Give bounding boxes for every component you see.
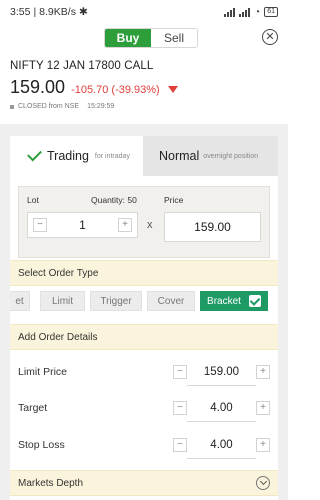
close-icon[interactable]: ✕ (262, 29, 278, 45)
limit-price-value[interactable]: 159.00 (187, 366, 256, 378)
order-details-header: Add Order Details (10, 324, 278, 350)
multiply-sign: x (147, 219, 153, 231)
tab-trading[interactable]: Trading for intraday (10, 136, 143, 176)
tab-normal-subtitle: overnight position (203, 152, 259, 160)
status-bar: 3:55 | 8.9KB/s ✱ ◔ 61 (0, 0, 288, 24)
stop-loss-stepper: − 4.00 + (173, 434, 270, 459)
selected-check-icon (248, 295, 261, 307)
instrument-info: NIFTY 12 JAN 17800 CALL 159.00 -105.70 (… (0, 52, 288, 110)
limit-price-stepper: − 159.00 + (173, 361, 270, 386)
buy-sell-toggle: Buy Sell (104, 28, 198, 48)
order-type-bracket[interactable]: Bracket (200, 291, 268, 311)
tab-trading-title: Trading (47, 149, 89, 163)
stop-loss-decrement-button[interactable]: − (173, 438, 187, 452)
price-input[interactable]: 159.00 (164, 212, 261, 242)
lot-label: Lot (27, 195, 39, 205)
instrument-symbol: NIFTY 12 JAN 17800 CALL (10, 60, 154, 72)
tab-trading-subtitle: for intraday (94, 152, 130, 160)
stop-loss-label: Stop Loss (18, 439, 65, 451)
stop-loss-row: Stop Loss − 4.00 + (18, 434, 270, 459)
down-arrow-icon (167, 86, 178, 93)
target-increment-button[interactable]: + (256, 401, 270, 415)
stop-loss-value[interactable]: 4.00 (187, 439, 256, 451)
status-time: 3:55 (10, 6, 31, 18)
tab-normal[interactable]: Normal overnight position (143, 136, 278, 176)
status-timestamp: 15:29:59 (87, 103, 115, 110)
status-square-icon (10, 104, 14, 109)
order-panel: Trading for intraday Normal overnight po… (0, 124, 288, 500)
target-value[interactable]: 4.00 (187, 402, 256, 414)
sell-button[interactable]: Sell (151, 29, 197, 47)
limit-price-label: Limit Price (18, 366, 68, 378)
markets-depth-label: Markets Depth (18, 477, 84, 489)
notification-icon: ✱ (78, 6, 88, 18)
markets-depth-header[interactable]: Markets Depth (10, 470, 278, 496)
order-type-options: et Limit Trigger Cover Bracket (10, 288, 278, 312)
signal-2-icon (239, 7, 251, 17)
last-traded-price: 159.00 (10, 77, 66, 97)
chevron-down-icon[interactable] (256, 476, 270, 490)
lot-stepper: − 1 + (27, 212, 138, 238)
price-row: 159.00 -105.70 (-39.93%) (10, 77, 278, 98)
signal-icon (224, 7, 236, 17)
tab-normal-title: Normal (159, 149, 200, 163)
order-header: Buy Sell ✕ (0, 24, 288, 52)
order-type-market[interactable]: et (10, 291, 30, 311)
market-status: CLOSED from NSE (18, 103, 80, 110)
target-stepper: − 4.00 + (173, 397, 270, 422)
limit-price-decrement-button[interactable]: − (173, 365, 187, 379)
order-type-limit[interactable]: Limit (40, 291, 85, 311)
wifi-icon: ◔ (254, 6, 261, 18)
price-label: Price (164, 195, 184, 205)
price-change: -105.70 (-39.93%) (71, 84, 160, 96)
check-icon (27, 146, 42, 162)
target-row: Target − 4.00 + (18, 397, 270, 422)
network-speed: 8.9KB/s (39, 6, 76, 18)
status-right: ◔ 61 (224, 7, 278, 18)
target-label: Target (18, 402, 48, 414)
limit-price-row: Limit Price − 159.00 + (18, 361, 270, 386)
product-tabs: Trading for intraday Normal overnight po… (10, 136, 278, 176)
lot-increment-button[interactable]: + (118, 218, 132, 232)
battery-icon: 61 (264, 7, 278, 17)
status-left: 3:55 | 8.9KB/s ✱ (10, 6, 88, 18)
order-type-bracket-label: Bracket (207, 295, 241, 307)
target-decrement-button[interactable]: − (173, 401, 187, 415)
order-type-trigger[interactable]: Trigger (90, 291, 142, 311)
buy-button[interactable]: Buy (105, 29, 151, 47)
quantity-label: Quantity: 50 (91, 195, 137, 205)
quantity-box: Lot Quantity: 50 Price − 1 + x 159.00 (18, 186, 270, 258)
limit-price-increment-button[interactable]: + (256, 365, 270, 379)
stop-loss-increment-button[interactable]: + (256, 438, 270, 452)
market-status-row: CLOSED from NSE 15:29:59 (10, 103, 278, 110)
order-card: Lot Quantity: 50 Price − 1 + x 159.00 Se… (10, 176, 278, 500)
order-type-cover[interactable]: Cover (147, 291, 195, 311)
order-type-header: Select Order Type (10, 260, 278, 286)
